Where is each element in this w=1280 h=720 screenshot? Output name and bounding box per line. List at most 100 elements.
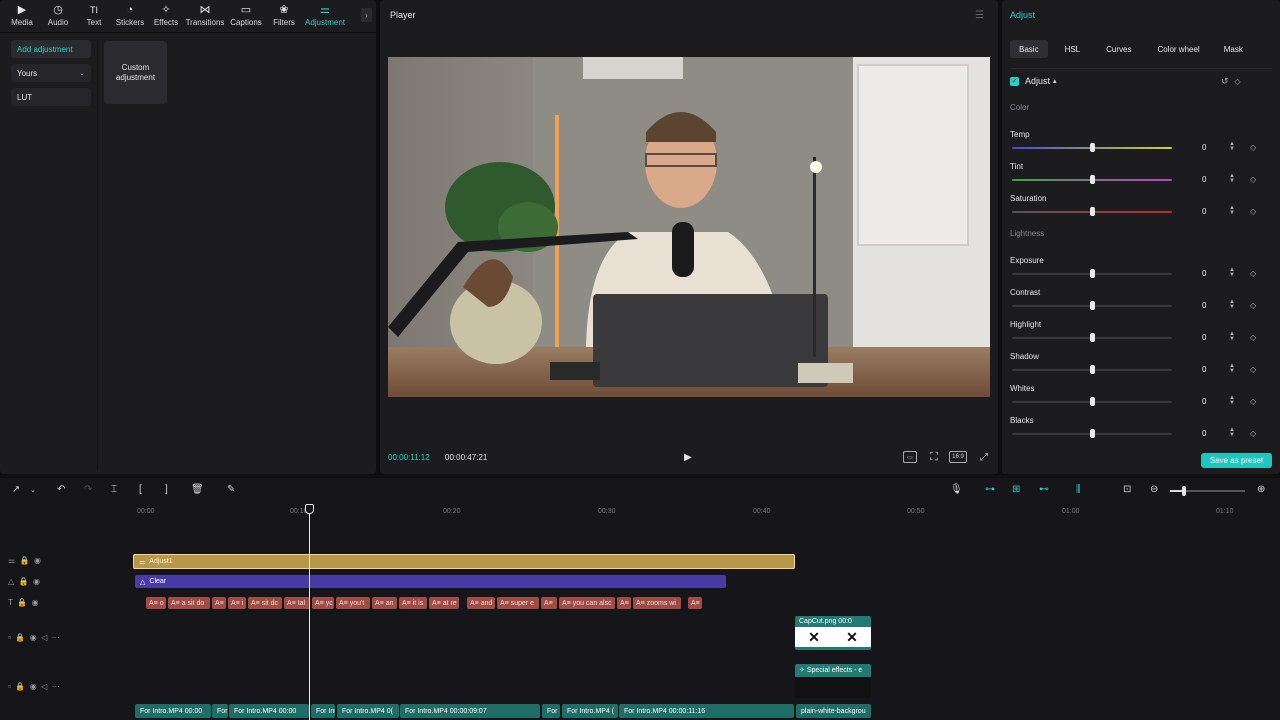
- tool-adjustment[interactable]: ⚌ Adjustment: [302, 0, 348, 32]
- text-clip[interactable]: A≡: [212, 597, 226, 609]
- text-clip[interactable]: A≡ at re: [429, 597, 459, 609]
- whites-slider[interactable]: [1012, 397, 1172, 406]
- text-clip[interactable]: A≡ i: [228, 597, 246, 609]
- magnet-main-icon[interactable]: ⊶: [985, 484, 995, 495]
- slider-handle[interactable]: [1090, 397, 1095, 406]
- main-video-clip[interactable]: For Intro.MP4 00:00:09:07: [400, 704, 540, 718]
- play-icon[interactable]: ▶: [684, 452, 692, 463]
- main-video-clip[interactable]: For: [542, 704, 560, 718]
- text-clip[interactable]: A≡ and: [467, 597, 495, 609]
- keyframe-icon[interactable]: ◇: [1250, 175, 1256, 184]
- keyframe-icon[interactable]: ◇: [1250, 397, 1256, 406]
- effects-clip[interactable]: ✧ Special effects - e: [795, 664, 871, 698]
- zoom-in-icon[interactable]: ⊕: [1257, 484, 1265, 495]
- saturation-slider[interactable]: [1012, 207, 1172, 216]
- text-lane-controls[interactable]: T 🔒 ◉: [8, 598, 39, 607]
- text-clip[interactable]: A≡ you can alsc: [559, 597, 615, 609]
- yours-dropdown[interactable]: Yours ⌄: [11, 64, 91, 82]
- text-clip[interactable]: A≡ tal: [284, 597, 310, 609]
- temp-value[interactable]: 0: [1202, 143, 1206, 152]
- adjust-section-header[interactable]: ✓ Adjust ▴: [1010, 76, 1057, 86]
- stepper-icon[interactable]: ▲ ▼: [1229, 141, 1235, 152]
- text-clip[interactable]: A≡ you't: [336, 597, 370, 609]
- auto-snap-icon[interactable]: ⊞: [1012, 484, 1020, 495]
- main-video-clip[interactable]: plain-white-backgrou: [796, 704, 871, 718]
- trim-left-icon[interactable]: [: [139, 484, 142, 495]
- text-clip[interactable]: A≡ a sit do: [168, 597, 210, 609]
- keyframe-icon[interactable]: ◇: [1250, 143, 1256, 152]
- stepper-icon[interactable]: ▲ ▼: [1229, 427, 1235, 438]
- main-lane-controls[interactable]: ▫ 🔒 ◉ ◁ ⋯: [8, 682, 60, 691]
- delete-icon[interactable]: 🗑: [191, 484, 204, 495]
- playhead[interactable]: [309, 506, 310, 720]
- highlight-slider[interactable]: [1012, 333, 1172, 342]
- slider-handle[interactable]: [1090, 207, 1095, 216]
- select-tool-icon[interactable]: ➚: [12, 484, 20, 495]
- fullscreen-icon[interactable]: ⤢: [977, 451, 991, 463]
- slider-handle[interactable]: [1090, 333, 1095, 342]
- tool-text[interactable]: TI Text: [76, 0, 112, 32]
- undo-icon[interactable]: ↶: [57, 484, 65, 495]
- video-preview[interactable]: [388, 57, 990, 397]
- tab-mask[interactable]: Mask: [1215, 40, 1252, 58]
- shadow-slider[interactable]: [1012, 365, 1172, 374]
- slider-handle[interactable]: [1090, 143, 1095, 152]
- keyframe-icon[interactable]: ◇: [1250, 207, 1256, 216]
- reset-icon[interactable]: ↺: [1221, 76, 1235, 86]
- slider-handle[interactable]: [1090, 301, 1095, 310]
- keyframe-icon[interactable]: ◇: [1250, 333, 1256, 342]
- blacks-slider[interactable]: [1012, 429, 1172, 438]
- tint-value[interactable]: 0: [1202, 175, 1206, 184]
- full-quality-icon[interactable]: ▭: [903, 451, 917, 463]
- tool-media[interactable]: ▶ Media: [4, 0, 40, 32]
- text-clip[interactable]: A≡ o: [146, 597, 166, 609]
- aspect-ratio-button[interactable]: 16:9: [949, 451, 967, 463]
- add-adjustment-button[interactable]: Add adjustment: [11, 40, 91, 58]
- stepper-icon[interactable]: ▲ ▼: [1229, 363, 1235, 374]
- filter-clip[interactable]: △ Clear: [135, 575, 726, 588]
- main-video-clip[interactable]: For Int: [311, 704, 335, 718]
- lut-button[interactable]: LUT: [11, 88, 91, 106]
- tool-effects[interactable]: ✧ Effects: [148, 0, 184, 32]
- exposure-slider[interactable]: [1012, 269, 1172, 278]
- main-video-clip[interactable]: For Intro.MP4 00:00:11:16: [619, 704, 794, 718]
- keyframe-icon[interactable]: ◇: [1250, 365, 1256, 374]
- tab-basic[interactable]: Basic: [1010, 40, 1048, 58]
- highlight-value[interactable]: 0: [1202, 333, 1206, 342]
- main-video-clip[interactable]: For Intro.MP4 00:00: [135, 704, 211, 718]
- menu-icon[interactable]: ☰: [975, 10, 984, 21]
- slider-handle[interactable]: [1182, 486, 1186, 496]
- image-overlay-clip[interactable]: CapCut.png 00:0 ✕ ✕: [795, 616, 871, 650]
- text-clip[interactable]: A≡ super e: [497, 597, 539, 609]
- tab-hsl[interactable]: HSL: [1056, 40, 1090, 58]
- tool-audio[interactable]: ◷ Audio: [40, 0, 76, 32]
- reset-keyframe-icons[interactable]: ↺◇: [1221, 76, 1247, 87]
- adjust-checkbox[interactable]: ✓: [1010, 76, 1019, 86]
- text-clip[interactable]: A≡ an: [372, 597, 397, 609]
- redo-icon[interactable]: ↷: [84, 484, 92, 495]
- keyframe-icon[interactable]: ◇: [1250, 301, 1256, 310]
- save-as-preset-button[interactable]: Save as preset: [1201, 453, 1272, 468]
- toolbar-more-button[interactable]: ›: [361, 8, 372, 22]
- text-clip[interactable]: A≡: [541, 597, 557, 609]
- keyframe-icon[interactable]: ◇: [1250, 269, 1256, 278]
- zoom-out-icon[interactable]: ⊖: [1150, 484, 1158, 495]
- text-clip[interactable]: A≡ zooms wi: [633, 597, 681, 609]
- tool-filters[interactable]: ❀ Filters: [266, 0, 302, 32]
- playhead-handle[interactable]: [305, 504, 314, 514]
- contrast-slider[interactable]: [1012, 301, 1172, 310]
- adjustment-clip[interactable]: ⚌ Adjust1: [133, 554, 795, 569]
- magic-wand-icon[interactable]: ✎: [227, 484, 235, 495]
- chevron-down-icon[interactable]: ⌄: [30, 486, 36, 494]
- main-video-clip[interactable]: For: [212, 704, 228, 718]
- stepper-icon[interactable]: ▲ ▼: [1229, 395, 1235, 406]
- main-video-clip[interactable]: For Intro.MP4 00:00: [229, 704, 309, 718]
- tool-transitions[interactable]: ⋈ Transitions: [184, 0, 226, 32]
- keyframe-icon[interactable]: ◇: [1235, 77, 1247, 86]
- captions-toggle-icon[interactable]: ⊡: [1123, 484, 1131, 495]
- text-clip[interactable]: A≡: [688, 597, 702, 609]
- text-clip[interactable]: A≡ it is: [399, 597, 427, 609]
- text-clip[interactable]: A≡ sit dc: [248, 597, 282, 609]
- tab-color-wheel[interactable]: Color wheel: [1148, 40, 1208, 58]
- contrast-value[interactable]: 0: [1202, 301, 1206, 310]
